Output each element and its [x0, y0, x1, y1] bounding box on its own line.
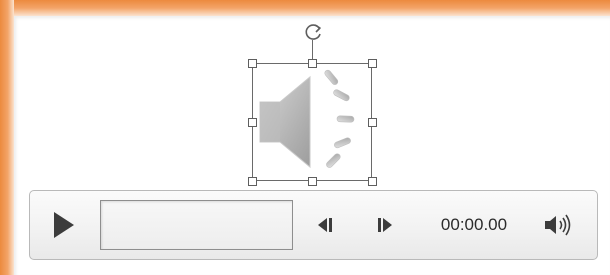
resize-handle-left[interactable] [248, 118, 257, 127]
progress-bar[interactable] [100, 200, 293, 250]
slide-frame: 00:00.00 [0, 0, 610, 275]
resize-handle-right[interactable] [368, 118, 377, 127]
resize-handle-bottom-left[interactable] [248, 177, 257, 186]
resize-handle-top-right[interactable] [368, 59, 377, 68]
resize-handle-bottom-right[interactable] [368, 177, 377, 186]
resize-handle-top-left[interactable] [248, 59, 257, 68]
slide-border-top [0, 0, 610, 16]
slide-border-left [0, 0, 14, 275]
resize-handle-bottom[interactable] [308, 177, 317, 186]
rotate-handle-icon[interactable] [301, 20, 325, 44]
speaker-volume-icon[interactable] [542, 212, 574, 238]
time-readout: 00:00.00 [440, 215, 508, 234]
step-back-icon[interactable] [315, 214, 337, 236]
resize-handle-top[interactable] [308, 59, 317, 68]
step-forward-icon[interactable] [373, 214, 395, 236]
play-triangle-icon[interactable] [48, 208, 78, 242]
selection-outline [252, 63, 372, 181]
